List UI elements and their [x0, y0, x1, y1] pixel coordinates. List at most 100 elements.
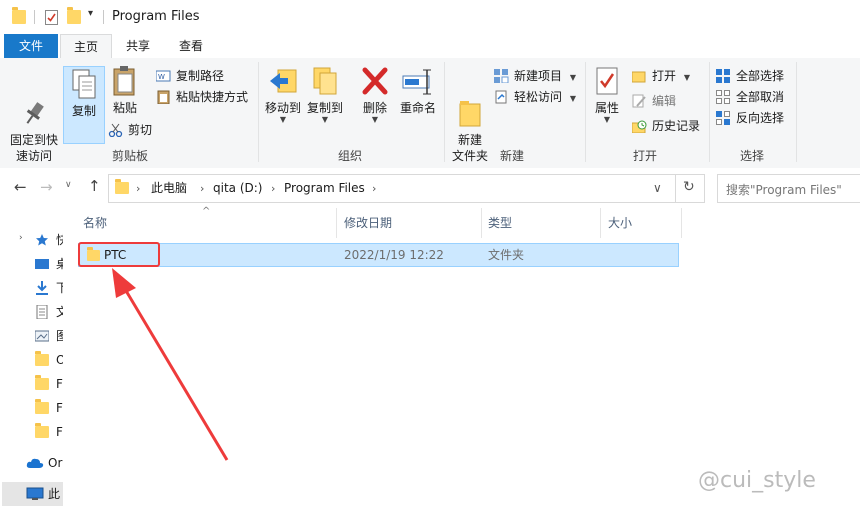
column-header-type[interactable]: 类型: [488, 208, 588, 238]
new-item-button[interactable]: 新建项目 ▼: [494, 66, 576, 86]
tab-share[interactable]: 共享: [114, 34, 162, 58]
column-header-modified[interactable]: 修改日期: [344, 208, 474, 238]
history-icon: [631, 119, 647, 134]
paste-shortcut-label: 粘贴快捷方式: [176, 90, 249, 104]
nav-item-folder[interactable]: O: [0, 348, 63, 372]
select-all-button[interactable]: 全部选择: [716, 66, 784, 86]
forward-arrow-icon[interactable]: →: [40, 178, 53, 196]
column-header-name[interactable]: 名称: [83, 208, 333, 238]
cut-button[interactable]: 剪切: [108, 120, 152, 140]
file-type: 文件夹: [488, 248, 525, 262]
computer-icon: [26, 487, 44, 501]
document-icon: [35, 304, 49, 320]
divider: [481, 208, 482, 238]
paste-button[interactable]: 粘贴: [106, 64, 144, 116]
edit-button[interactable]: 编辑: [632, 91, 676, 111]
copy-button[interactable]: 复制: [63, 66, 105, 144]
address-bar[interactable]: › 此电脑 › qita (D:) › Program Files › ∨: [108, 174, 677, 203]
copy-path-icon: W: [155, 69, 171, 83]
quick-access-dropdown-icon[interactable]: ▾: [88, 8, 93, 19]
svg-text:W: W: [158, 73, 165, 81]
copy-path-button[interactable]: W 复制路径: [155, 66, 225, 86]
back-arrow-icon[interactable]: ←: [14, 178, 27, 196]
open-button[interactable]: 打开 ▼: [631, 66, 690, 86]
easy-access-icon: [494, 90, 509, 104]
select-all-label: 全部选择: [736, 69, 785, 83]
divider: [709, 62, 710, 162]
paste-shortcut-button[interactable]: 粘贴快捷方式: [156, 87, 248, 107]
breadcrumb-program-files[interactable]: Program Files: [284, 175, 365, 202]
divider: [444, 62, 445, 162]
pin-to-quick-access-button[interactable]: 固定到快 速访问: [6, 64, 62, 164]
delete-label: 删除: [362, 101, 387, 115]
breadcrumb-separator-icon: ›: [271, 182, 276, 195]
picture-icon: [34, 329, 50, 343]
divider: [258, 62, 259, 162]
breadcrumb-drive[interactable]: qita (D:): [213, 175, 262, 202]
rename-button[interactable]: 重命名: [397, 64, 439, 116]
tab-home[interactable]: 主页: [60, 34, 112, 60]
nav-item-desktop[interactable]: 桌: [0, 252, 63, 276]
breadcrumb-separator-icon: ›: [372, 182, 377, 195]
refresh-icon: ↻: [683, 179, 695, 195]
history-label: 历史记录: [652, 119, 701, 133]
invert-selection-icon: [716, 111, 731, 125]
select-none-icon: [716, 90, 731, 104]
folder-icon: [12, 7, 26, 24]
paste-label: 粘贴: [112, 101, 137, 115]
watermark: @cui_style: [698, 468, 816, 493]
title-bar: ▾ Program Files: [0, 0, 860, 34]
move-to-label: 移动到: [264, 101, 301, 115]
tab-file[interactable]: 文件: [4, 34, 58, 58]
tab-view[interactable]: 查看: [166, 34, 216, 58]
paste-shortcut-icon: [156, 90, 171, 105]
nav-item-folder[interactable]: F: [0, 396, 63, 420]
chevron-down-icon: ▼: [603, 115, 611, 124]
breadcrumb-separator-icon: ›: [136, 182, 141, 195]
clipboard-group-label: 剪贴板: [111, 149, 148, 163]
delete-button[interactable]: 删除 ▼: [356, 64, 394, 124]
rename-label: 重命名: [399, 101, 436, 115]
nav-item-documents[interactable]: 文: [0, 300, 63, 324]
refresh-button[interactable]: ↻: [675, 174, 705, 203]
nav-item-this-pc[interactable]: 此: [2, 482, 63, 506]
copy-to-button[interactable]: 复制到 ▼: [305, 64, 345, 124]
properties-button[interactable]: 属性 ▼: [590, 64, 624, 124]
nav-item-folder[interactable]: F: [0, 420, 63, 444]
easy-access-button[interactable]: 轻松访问 ▼: [494, 87, 576, 107]
properties-check-icon[interactable]: [45, 10, 58, 25]
breadcrumb-this-pc[interactable]: 此电脑: [151, 175, 187, 202]
chevron-right-icon[interactable]: ›: [19, 233, 23, 243]
copy-path-label: 复制路径: [176, 69, 225, 83]
folder-icon: [35, 375, 49, 390]
recent-locations-icon[interactable]: ∨: [65, 180, 72, 190]
nav-item-downloads[interactable]: 下: [0, 276, 63, 300]
desktop-icon: [35, 257, 49, 271]
window-title: Program Files: [112, 9, 200, 24]
select-all-icon: [716, 69, 731, 83]
select-none-button[interactable]: 全部取消: [716, 87, 784, 107]
up-arrow-icon[interactable]: ↑: [88, 177, 101, 195]
move-to-button[interactable]: 移动到 ▼: [263, 64, 303, 124]
address-dropdown-icon[interactable]: ∨: [653, 175, 662, 202]
divider: [103, 10, 104, 24]
divider: [796, 62, 797, 162]
new-folder-quick-icon[interactable]: [67, 7, 81, 24]
properties-icon: [590, 64, 624, 98]
move-to-icon: [266, 64, 300, 98]
invert-selection-button[interactable]: 反向选择: [716, 108, 784, 128]
properties-label: 属性: [594, 101, 619, 115]
history-button[interactable]: 历史记录: [631, 116, 701, 136]
nav-item-quick-access[interactable]: › 快: [0, 228, 63, 252]
select-group-label: 选择: [739, 149, 764, 163]
folder-icon: [115, 179, 129, 194]
column-header-size[interactable]: 大小: [608, 208, 668, 238]
nav-item-pictures[interactable]: 图: [0, 324, 63, 348]
nav-item-folder[interactable]: F: [0, 372, 63, 396]
folder-icon: [35, 351, 49, 366]
nav-item-onedrive[interactable]: Or: [0, 451, 63, 475]
divider: [585, 62, 586, 162]
breadcrumb-separator-icon: ›: [200, 182, 205, 195]
divider: [34, 10, 35, 24]
search-input[interactable]: 搜索"Program Files": [717, 174, 860, 203]
